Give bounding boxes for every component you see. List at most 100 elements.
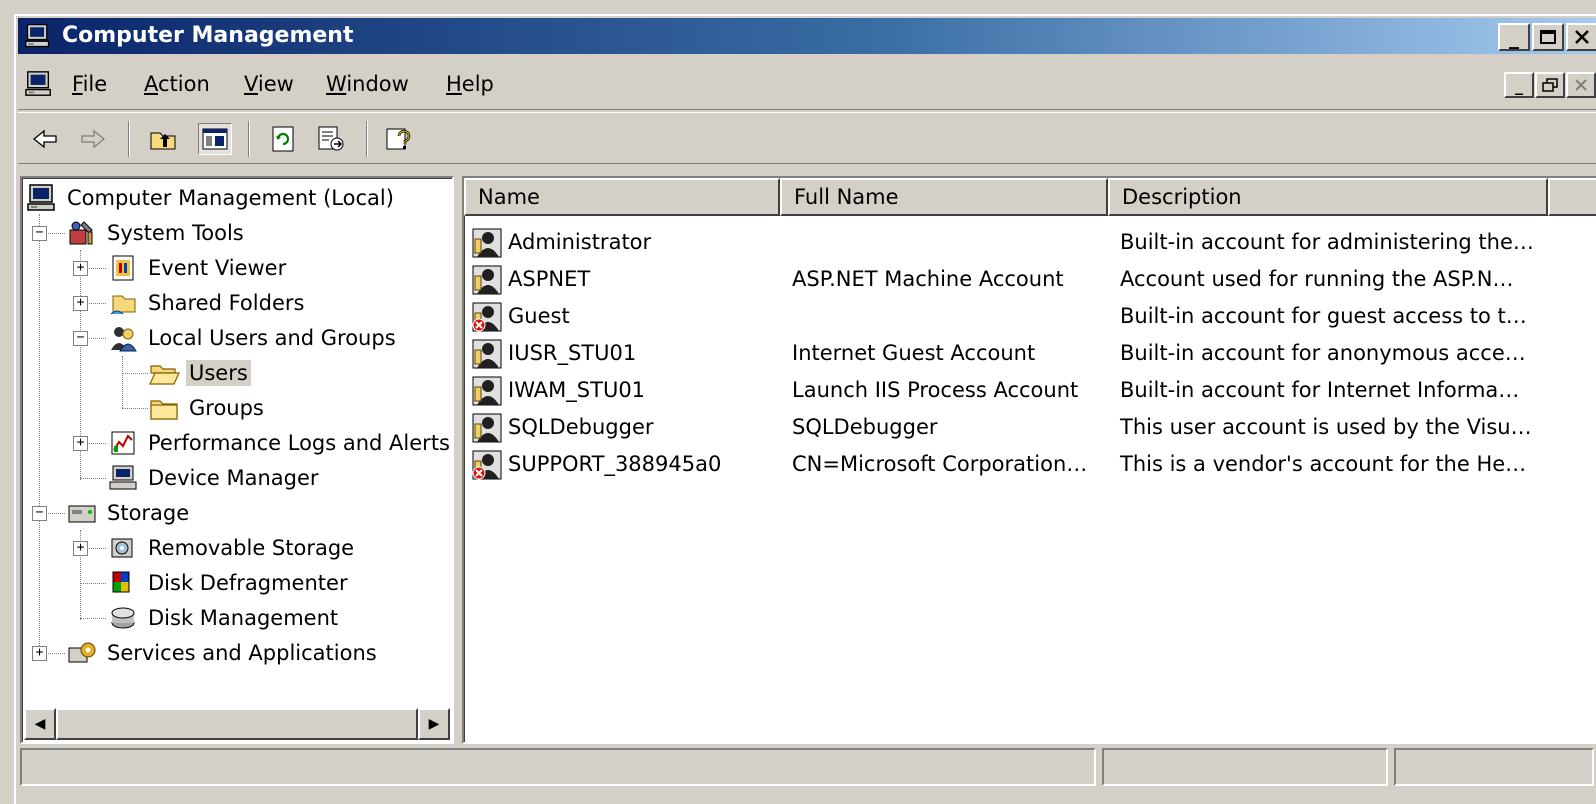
console-icon[interactable] [24, 70, 54, 98]
tree-item-disk-management[interactable]: Disk Management [107, 602, 341, 634]
tree-item-label: Event Viewer [148, 256, 287, 280]
child-close-button[interactable] [1566, 72, 1596, 98]
expand-performance-logs-icon[interactable]: + [73, 436, 88, 451]
user-row[interactable]: Administrator Built-in account for admini… [468, 224, 1588, 260]
user-row[interactable]: IUSR_STU01 Internet Guest Account Built-in… [468, 335, 1588, 371]
show-hide-tree-button[interactable] [198, 123, 232, 155]
menu-window[interactable]: Window [326, 72, 409, 96]
child-restore-button[interactable] [1535, 72, 1565, 98]
tree-item-system-tools[interactable]: System Tools [66, 217, 247, 249]
user-name: SUPPORT_388945a0 [508, 452, 722, 476]
help-button[interactable] [382, 123, 416, 155]
tree-item-label: Services and Applications [107, 641, 377, 665]
tree-line [122, 356, 123, 408]
tree-line [80, 583, 106, 584]
minimize-button[interactable]: _ [1498, 23, 1530, 51]
tree-item-performance-logs[interactable]: Performance Logs and Alerts [107, 427, 452, 459]
status-panel-main [20, 748, 1096, 786]
menu-view[interactable]: View [244, 72, 294, 96]
user-full-name: Internet Guest Account [792, 341, 1036, 365]
scroll-left-button[interactable]: ◀ [24, 708, 56, 740]
tree-item-computer-management[interactable]: Computer Management (Local) [26, 182, 397, 214]
removable-storage-icon [107, 533, 139, 563]
export-list-icon [318, 126, 344, 151]
user-description: Built-in account for administering the… [1120, 230, 1534, 254]
scroll-right-button[interactable]: ▶ [418, 708, 450, 740]
computer-management-icon [24, 22, 52, 50]
scroll-thumb[interactable] [56, 708, 418, 740]
tree-item-groups[interactable]: Groups [148, 392, 267, 424]
column-header-name[interactable]: Name [464, 178, 780, 216]
user-row[interactable]: ASPNET ASP.NET Machine Account Account use… [468, 261, 1588, 297]
forward-button[interactable] [76, 123, 110, 155]
menu-help[interactable]: Help [446, 72, 494, 96]
minimize-icon: _ [1509, 25, 1519, 49]
collapse-system-tools-icon[interactable]: − [32, 226, 47, 241]
maximize-button[interactable] [1532, 23, 1564, 51]
user-name: IUSR_STU01 [508, 341, 637, 365]
column-header-full-name[interactable]: Full Name [780, 178, 1108, 216]
user-name: Guest [508, 304, 570, 328]
services-icon [66, 638, 98, 668]
back-button[interactable] [28, 123, 62, 155]
user-row[interactable]: SUPPORT_388945a0 CN=Microsoft Corporation… [468, 446, 1588, 482]
collapse-storage-icon[interactable]: − [32, 506, 47, 521]
column-header-blank[interactable] [1548, 178, 1596, 216]
user-row[interactable]: IWAM_STU01 Launch IIS Process Account Buil… [468, 372, 1588, 408]
expand-services-applications-icon[interactable]: + [32, 646, 47, 661]
computer-management-window: Computer Management _ File Action View W… [14, 14, 1596, 804]
expand-removable-storage-icon[interactable]: + [73, 541, 88, 556]
storage-icon [66, 498, 98, 528]
menu-action[interactable]: Action [144, 72, 210, 96]
child-minimize-button[interactable]: _ [1504, 72, 1534, 98]
refresh-button[interactable] [266, 123, 300, 155]
close-button[interactable] [1566, 23, 1596, 51]
tree-item-storage[interactable]: Storage [66, 497, 192, 529]
tree-item-disk-defragmenter[interactable]: Disk Defragmenter [107, 567, 351, 599]
tree-item-removable-storage[interactable]: Removable Storage [107, 532, 357, 564]
tree-line [80, 478, 106, 479]
maximize-icon [1540, 30, 1556, 44]
child-window-buttons: _ [1504, 72, 1596, 98]
menu-bar: File Action View Window Help _ [18, 58, 1596, 110]
menu-file[interactable]: File [72, 72, 107, 96]
expand-event-viewer-icon[interactable]: + [73, 261, 88, 276]
tree-horizontal-scrollbar[interactable]: ◀ ▶ [24, 708, 450, 740]
user-description: Account used for running the ASP.N… [1120, 267, 1514, 291]
user-name: ASPNET [508, 267, 591, 291]
user-description: Built-in account for Internet Informa… [1120, 378, 1520, 402]
tree-item-event-viewer[interactable]: Event Viewer [107, 252, 289, 284]
tree-line [80, 618, 106, 619]
user-name: SQLDebugger [508, 415, 654, 439]
user-description: This user account is used by the Visu… [1120, 415, 1532, 439]
tree-item-label: Groups [189, 396, 264, 420]
user-full-name: CN=Microsoft Corporation… [792, 452, 1088, 476]
tree-item-local-users-groups[interactable]: Local Users and Groups [107, 322, 399, 354]
window-title: Computer Management [62, 23, 354, 48]
tree-item-shared-folders[interactable]: Shared Folders [107, 287, 307, 319]
column-header-description[interactable]: Description [1108, 178, 1548, 216]
tree-item-label: Removable Storage [148, 536, 355, 560]
user-row[interactable]: Guest Built-in account for guest access t… [468, 298, 1588, 334]
user-icon [470, 264, 504, 296]
open-folder-icon [148, 358, 180, 388]
tree-item-device-manager[interactable]: Device Manager [107, 462, 322, 494]
user-icon [470, 227, 504, 259]
console-tree[interactable]: − + + − + − + + Computer Management (Loc… [20, 176, 454, 744]
export-list-button[interactable] [314, 123, 348, 155]
title-bar[interactable]: Computer Management _ [18, 18, 1596, 54]
user-icon [470, 338, 504, 370]
user-row[interactable]: SQLDebugger SQLDebugger This user account … [468, 409, 1588, 445]
expand-shared-folders-icon[interactable]: + [73, 296, 88, 311]
details-list[interactable]: Name Full Name Description Administrator… [462, 176, 1596, 744]
tree-item-users[interactable]: Users [148, 357, 251, 389]
shared-folders-icon [107, 288, 139, 318]
event-viewer-icon [107, 253, 139, 283]
tree-line [122, 373, 148, 374]
back-icon [32, 129, 57, 149]
user-full-name: ASP.NET Machine Account [792, 267, 1064, 291]
collapse-local-users-icon[interactable]: − [73, 331, 88, 346]
toolbar [18, 112, 1596, 164]
tree-item-services-applications[interactable]: Services and Applications [66, 637, 380, 669]
up-one-level-button[interactable] [146, 123, 180, 155]
